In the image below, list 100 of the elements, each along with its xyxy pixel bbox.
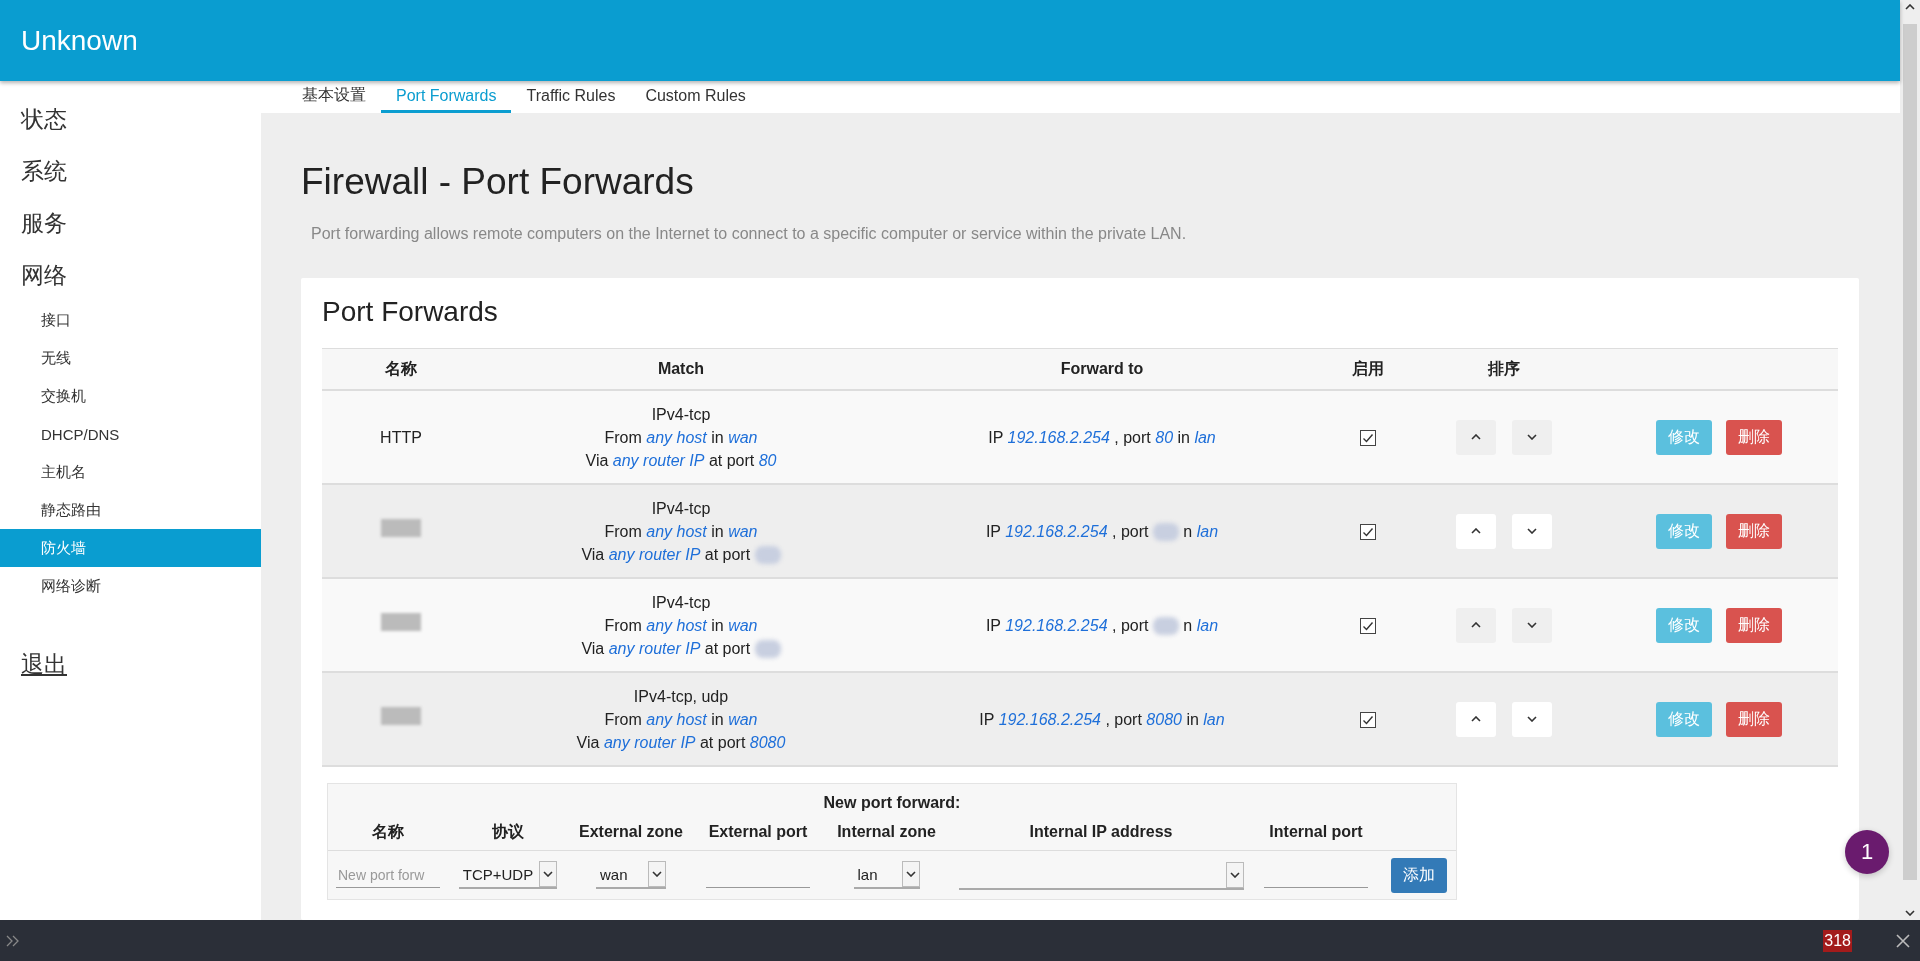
link[interactable]: 8080	[1146, 710, 1182, 728]
link[interactable]: any host	[646, 616, 707, 634]
tab[interactable]: Traffic Rules	[511, 81, 631, 113]
link[interactable]: any router IP	[612, 451, 705, 469]
move-down-button[interactable]	[1512, 701, 1552, 737]
redacted-block	[754, 546, 781, 565]
link[interactable]: lan	[1194, 428, 1216, 446]
redacted-block	[1152, 617, 1179, 636]
cell-text: Via	[576, 733, 600, 751]
link[interactable]: any host	[646, 710, 707, 728]
link[interactable]: lan	[1196, 522, 1219, 540]
sidebar-item[interactable]: 网络	[0, 249, 261, 301]
cell-text: Via	[581, 545, 605, 563]
sidebar-subitem[interactable]: 接口	[0, 301, 261, 339]
cell-text: n	[1183, 522, 1193, 540]
link[interactable]: any router IP	[608, 545, 701, 563]
link[interactable]: wan	[728, 710, 758, 728]
tab[interactable]: 基本设置	[287, 81, 381, 113]
move-down-button[interactable]	[1512, 513, 1552, 549]
move-up-button[interactable]	[1456, 513, 1496, 549]
sidebar-item[interactable]: 服务	[0, 197, 261, 249]
chevron-up-icon	[1471, 622, 1481, 628]
tab[interactable]: Port Forwards	[381, 81, 512, 113]
link[interactable]: 8080	[749, 733, 786, 751]
link[interactable]: 192.168.2.254	[998, 710, 1101, 728]
chevron-down-icon	[905, 871, 916, 877]
link[interactable]: wan	[728, 428, 758, 446]
move-up-button[interactable]	[1456, 701, 1496, 737]
link[interactable]: 192.168.2.254	[1005, 616, 1108, 634]
checkbox[interactable]	[1360, 712, 1376, 729]
link[interactable]: any host	[646, 522, 707, 540]
delete-button[interactable]: 删除	[1726, 701, 1782, 737]
cell-text: From	[604, 428, 642, 446]
link[interactable]: wan	[728, 616, 758, 634]
redacted-block	[754, 640, 781, 659]
cell-text: in	[711, 522, 724, 540]
checkbox[interactable]	[1360, 618, 1376, 635]
move-up-button[interactable]	[1456, 419, 1496, 455]
delete-button[interactable]: 删除	[1726, 607, 1782, 643]
delete-button[interactable]: 删除	[1726, 513, 1782, 549]
link[interactable]: any router IP	[608, 639, 701, 657]
cell-text: at port	[704, 545, 751, 563]
column-header: Forward to	[882, 348, 1322, 390]
sidebar-subitem[interactable]: 主机名	[0, 453, 261, 491]
table-cell: HTTP	[380, 428, 422, 446]
count-badge: 318	[1823, 929, 1852, 952]
move-down-button[interactable]	[1512, 607, 1552, 643]
cell-text: IPv4-tcp, udp	[633, 687, 729, 705]
link[interactable]: wan	[728, 522, 758, 540]
cell-text: Via	[585, 451, 609, 469]
close-icon[interactable]	[1896, 933, 1910, 948]
cell-text: in	[711, 710, 724, 728]
delete-button[interactable]: 删除	[1726, 419, 1782, 455]
cell-text: From	[604, 616, 642, 634]
move-down-button[interactable]	[1512, 419, 1552, 455]
sidebar-subitem[interactable]: 网络诊断	[0, 567, 261, 605]
link[interactable]: any host	[646, 428, 707, 446]
logout-link[interactable]: 退出	[21, 649, 67, 680]
link[interactable]: any router IP	[603, 733, 696, 751]
cell-text: in	[711, 616, 724, 634]
sidebar-item[interactable]: 状态	[0, 93, 261, 145]
sidebar-subitem[interactable]: DHCP/DNS	[0, 415, 261, 453]
move-up-button[interactable]	[1456, 607, 1496, 643]
link[interactable]: 192.168.2.254	[1007, 428, 1110, 446]
link[interactable]: 80	[758, 451, 777, 469]
column-header: 排序	[1414, 348, 1594, 390]
column-header: 协议	[448, 814, 568, 851]
link[interactable]: 80	[1155, 428, 1174, 446]
link[interactable]: lan	[1203, 710, 1225, 728]
select-field[interactable]: TCP+UDP	[458, 861, 558, 889]
cell-text: IP	[985, 616, 1001, 634]
select-field[interactable]: lan	[853, 861, 920, 889]
cell-text: , port	[1105, 710, 1142, 728]
app-title: Unknown	[21, 24, 138, 57]
sidebar-subitem[interactable]: 交换机	[0, 377, 261, 415]
chevron-down-icon	[1905, 910, 1915, 916]
chevron-down-icon	[1229, 871, 1240, 878]
column-header: External zone	[568, 814, 694, 851]
cell-text: in	[1186, 710, 1199, 728]
chevron-down-icon	[543, 871, 554, 877]
input-field[interactable]: New port forw	[336, 862, 440, 888]
select-field[interactable]: wan	[596, 861, 666, 889]
column-header: 名称	[322, 348, 480, 390]
column-header: External port	[694, 814, 822, 851]
chevron-down-icon	[1527, 716, 1537, 722]
cell-text: in	[1177, 428, 1190, 446]
sidebar-subitem[interactable]: 防火墙	[0, 529, 261, 567]
checkbox[interactable]	[1360, 524, 1376, 541]
column-header: 名称	[328, 814, 448, 851]
sidebar-subitem[interactable]: 无线	[0, 339, 261, 377]
checkbox[interactable]	[1360, 430, 1376, 447]
sidebar-subitem[interactable]: 静态路由	[0, 491, 261, 529]
scrollbar[interactable]	[1900, 0, 1920, 920]
link[interactable]: 192.168.2.254	[1005, 522, 1108, 540]
expand-icon[interactable]	[6, 934, 20, 947]
tab[interactable]: Custom Rules	[630, 81, 761, 113]
add-button[interactable]: 添加	[1390, 857, 1447, 893]
sidebar-item[interactable]: 系统	[0, 145, 261, 197]
select-field[interactable]	[958, 861, 1244, 890]
link[interactable]: lan	[1196, 616, 1219, 634]
